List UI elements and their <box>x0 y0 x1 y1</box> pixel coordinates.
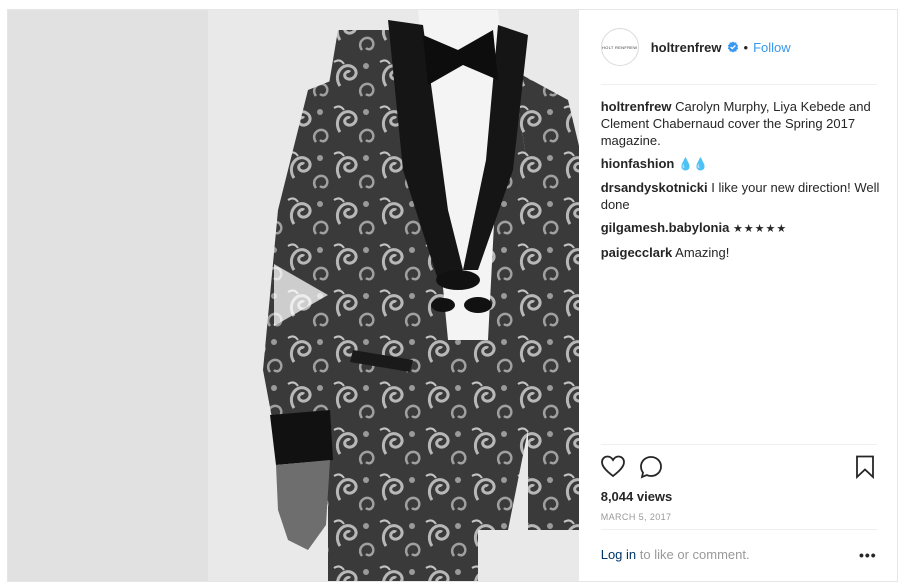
comment-item: drsandyskotnicki I like your new directi… <box>601 179 881 213</box>
comment-username[interactable]: gilgamesh.babylonia <box>601 220 730 235</box>
caption: holtrenfrew Carolyn Murphy, Liya Kebede … <box>601 98 881 149</box>
login-row: Log in to like or comment. ••• <box>600 529 877 579</box>
heart-icon[interactable] <box>600 455 625 479</box>
comment-username[interactable]: hionfashion <box>601 156 675 171</box>
comment-item: gilgamesh.babylonia ★★★★★ <box>601 219 881 238</box>
avatar-logo-text: HOLT RENFREW <box>602 44 638 50</box>
avatar[interactable]: HOLT RENFREW <box>600 28 639 66</box>
comments-list: holtrenfrew Carolyn Murphy, Liya Kebede … <box>601 98 881 267</box>
comment-text: ★★★★★ <box>732 223 788 235</box>
login-prompt: Log in to like or comment. <box>601 547 750 562</box>
play-button[interactable] <box>266 260 336 330</box>
login-link[interactable]: Log in <box>601 547 636 562</box>
post-card: HOLT RENFREW holtrenfrew • Follow holtre… <box>7 9 898 582</box>
comment-username[interactable]: drsandyskotnicki <box>601 180 708 195</box>
comment-text: 💧💧 <box>678 157 708 171</box>
separator-dot: • <box>743 39 749 55</box>
username-link[interactable]: holtrenfrew <box>651 40 722 55</box>
post-footer: 8,044 views MARCH 5, 2017 <box>600 444 877 522</box>
more-options-button[interactable]: ••• <box>859 547 877 563</box>
login-prompt-text: to like or comment. <box>639 547 750 562</box>
views-count: 8,044 views <box>600 489 673 504</box>
post-sidebar: HOLT RENFREW holtrenfrew • Follow holtre… <box>579 10 897 581</box>
comment-username[interactable]: paigecclark <box>601 245 673 260</box>
play-icon <box>274 264 328 326</box>
post-date: MARCH 5, 2017 <box>600 512 672 522</box>
comment-item: hionfashion 💧💧 <box>601 155 881 173</box>
comment-bubble-icon[interactable] <box>639 455 663 479</box>
bookmark-icon[interactable] <box>855 455 875 479</box>
comment-text: Amazing! <box>675 245 730 260</box>
post-header: HOLT RENFREW holtrenfrew • Follow <box>600 10 877 85</box>
comment-item: paigecclark Amazing! <box>601 244 881 261</box>
comment-username[interactable]: holtrenfrew <box>601 99 672 114</box>
post-video[interactable] <box>8 10 579 581</box>
follow-button[interactable]: Follow <box>753 40 791 55</box>
verified-badge-icon <box>727 41 738 53</box>
action-bar <box>600 445 877 489</box>
